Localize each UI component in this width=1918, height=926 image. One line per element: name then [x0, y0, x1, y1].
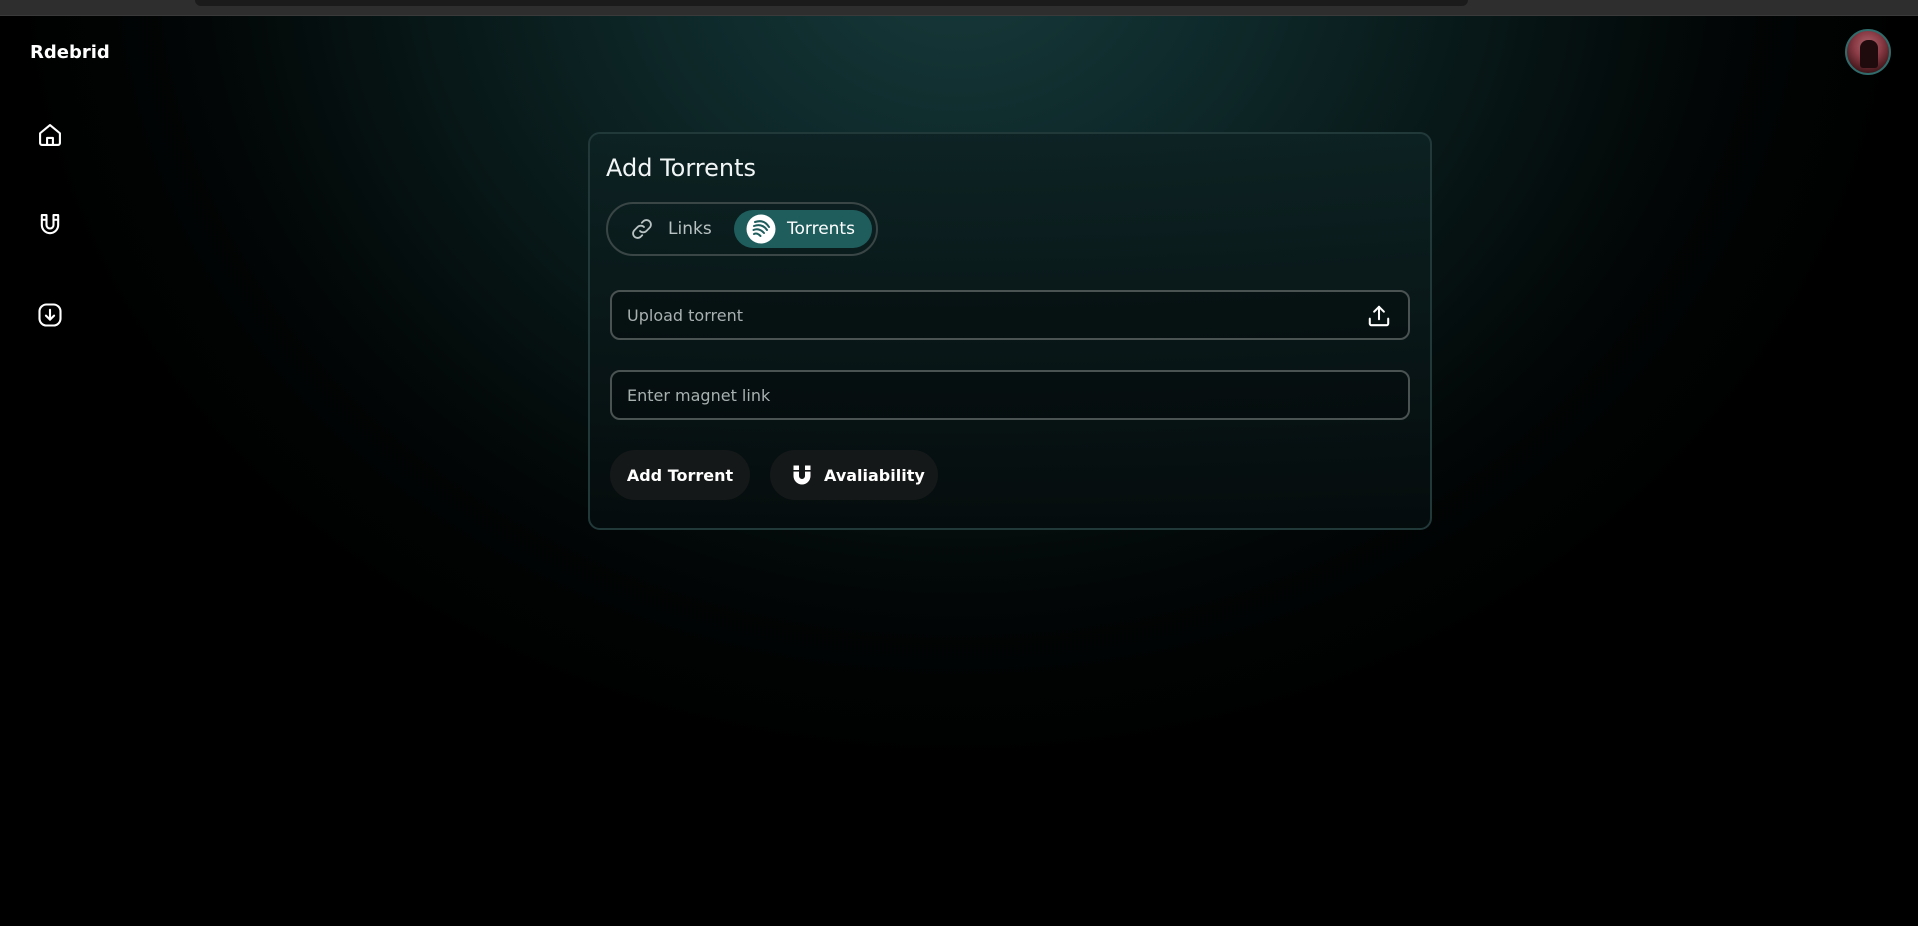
magnet-icon [40, 214, 60, 235]
app-page: Rdebrid Add Torrents Links Torrents Uplo… [0, 0, 1918, 926]
card-title: Add Torrents [606, 154, 757, 182]
sidebar-item-home[interactable] [36, 121, 64, 149]
upload-torrent-field[interactable]: Upload torrent [610, 290, 1410, 340]
tab-links[interactable]: Links [618, 210, 738, 248]
availability-button[interactable]: Avaliability [770, 450, 938, 500]
upload-torrent-placeholder: Upload torrent [627, 305, 743, 325]
tab-links-label: Links [668, 219, 712, 239]
browser-scrollbar[interactable] [0, 0, 1918, 16]
link-icon [630, 217, 654, 241]
upload-icon[interactable] [1366, 303, 1392, 329]
magnet-icon [792, 464, 812, 486]
add-torrent-button[interactable]: Add Torrent [610, 450, 750, 500]
avatar-figure [1860, 40, 1878, 68]
scrollbar-thumb[interactable] [195, 0, 1468, 6]
avatar[interactable] [1845, 29, 1891, 75]
availability-label: Avaliability [824, 465, 925, 485]
magnet-link-input[interactable] [627, 385, 1367, 405]
brand-logo[interactable]: Rdebrid [30, 42, 110, 63]
sidebar-item-downloads[interactable] [36, 301, 64, 329]
tab-torrents-label: Torrents [787, 219, 855, 239]
source-tabs: Links Torrents [606, 202, 878, 256]
magnet-link-field[interactable] [610, 370, 1410, 420]
torrent-icon [746, 214, 776, 244]
add-torrent-label: Add Torrent [626, 465, 734, 485]
sidebar-item-magnets[interactable] [36, 211, 64, 239]
download-icon [38, 303, 62, 327]
home-icon [39, 124, 61, 146]
add-torrents-card: Add Torrents Links Torrents Upload torre… [588, 132, 1432, 530]
tab-torrents[interactable]: Torrents [734, 210, 872, 248]
